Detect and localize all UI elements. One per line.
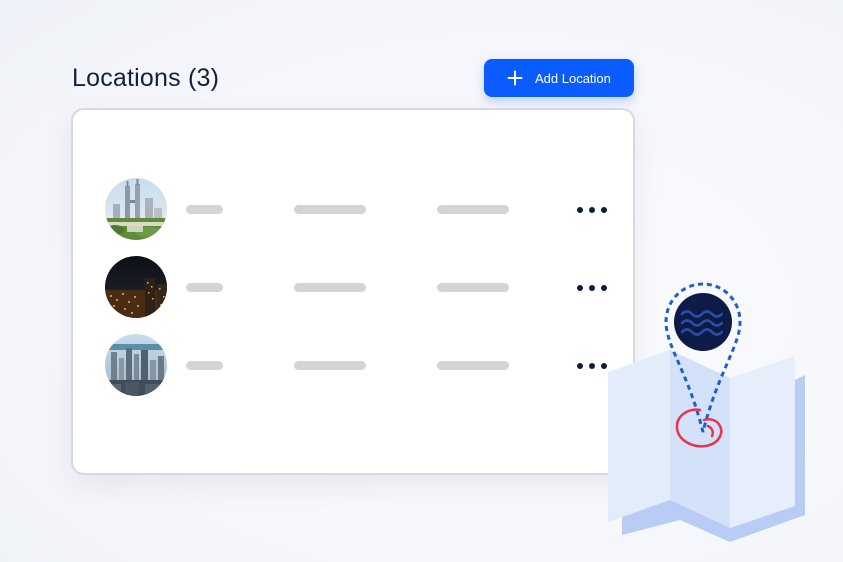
location-avatar [105,334,167,396]
more-options-icon[interactable] [577,200,607,220]
map-pin-illustration [608,282,805,542]
city-skyline-photo [105,178,167,240]
placeholder-name-bar [186,205,223,214]
dot [589,207,595,213]
location-row[interactable] [105,178,615,242]
location-row[interactable] [105,256,615,320]
dot [601,207,607,213]
locations-list-card [71,108,635,475]
location-avatar [105,178,167,240]
plus-icon [507,70,523,86]
placeholder-detail-bar [294,205,366,214]
dot [577,207,583,213]
dot [577,285,583,291]
page-title: Locations (3) [72,64,220,92]
location-avatar [105,256,167,318]
placeholder-detail-bar [437,205,509,214]
dot [589,363,595,369]
location-row[interactable] [105,334,615,398]
dot [589,285,595,291]
dot [577,363,583,369]
add-location-button[interactable]: Add Location [484,59,634,97]
placeholder-name-bar [186,361,223,370]
placeholder-detail-bar [437,283,509,292]
placeholder-name-bar [186,283,223,292]
placeholder-detail-bar [294,361,366,370]
folded-map-icon [608,350,670,522]
add-location-label: Add Location [535,70,611,86]
city-harbor-photo [105,334,167,396]
placeholder-detail-bar [294,283,366,292]
placeholder-detail-bar [437,361,509,370]
locations-screen: Locations (3) Add Location [0,0,843,562]
city-night-photo [105,256,167,318]
